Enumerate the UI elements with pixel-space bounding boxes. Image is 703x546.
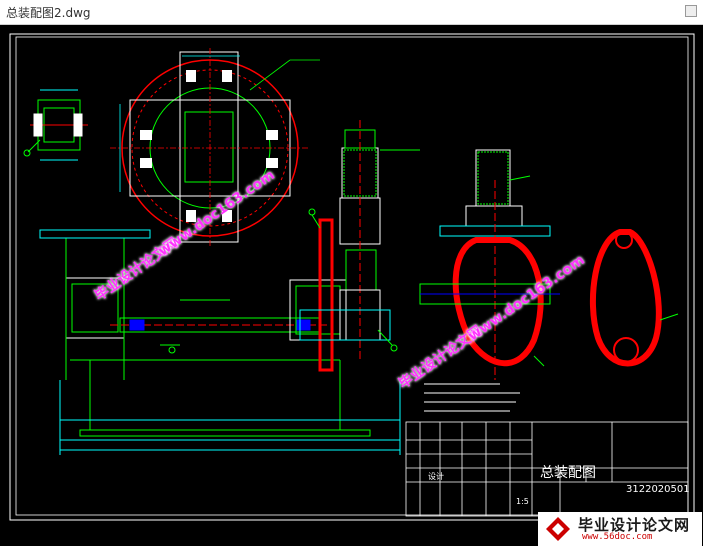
drawing-number: 3122020501 bbox=[626, 484, 690, 495]
belt-loop-view bbox=[590, 229, 679, 367]
window-title: 总装配图2.dwg bbox=[6, 6, 91, 20]
detail-view-top-left bbox=[23, 89, 88, 161]
cad-drawing bbox=[9, 33, 695, 521]
logo-url: www.56doc.com bbox=[582, 532, 653, 542]
drawing-title: 总装配图 bbox=[540, 465, 596, 481]
window-control-icon[interactable] bbox=[685, 5, 697, 17]
logo-emblem-icon bbox=[546, 517, 570, 541]
drawing-scale: 1:5 bbox=[516, 497, 529, 506]
technical-notes bbox=[424, 383, 520, 412]
window-titlebar: 总装配图2.dwg bbox=[0, 0, 703, 25]
site-logo: 毕业设计论文网 www.56doc.com bbox=[538, 512, 702, 546]
cad-drawing-canvas[interactable]: 毕业设计论文网 www.doc163.com 毕业设计论文网 www.doc16… bbox=[0, 25, 703, 546]
designer-label: 设计 bbox=[428, 472, 444, 481]
